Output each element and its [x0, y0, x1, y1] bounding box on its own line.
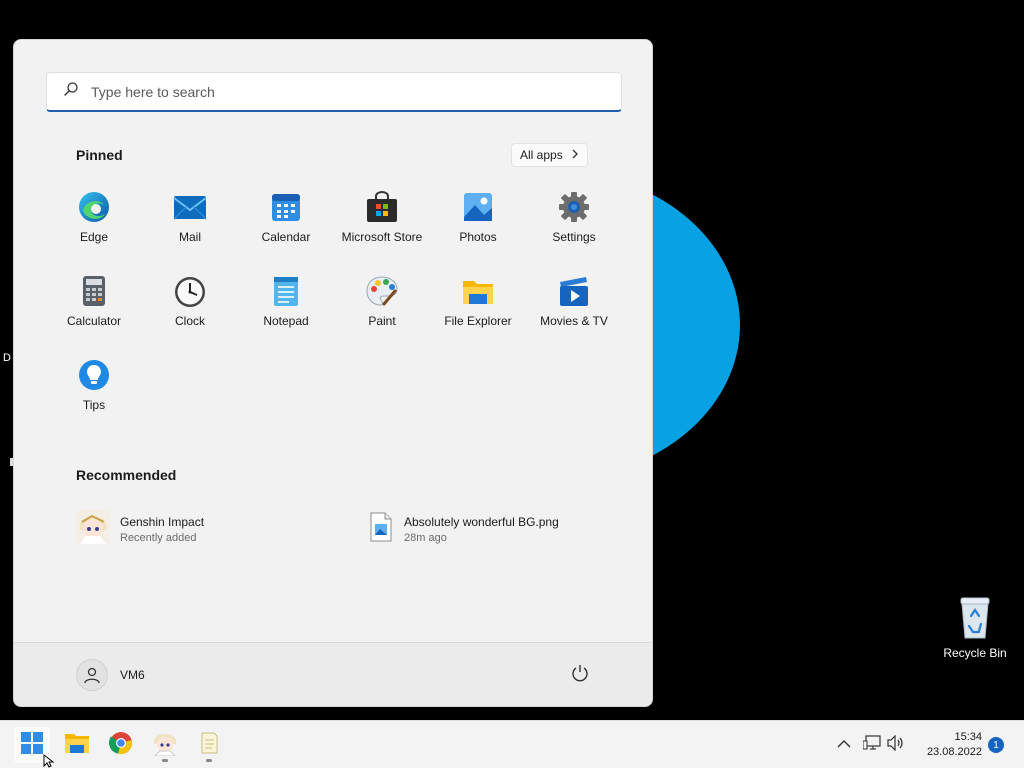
recommended-item-detail: Recently added	[120, 532, 197, 544]
show-hidden-icons-button[interactable]	[833, 735, 855, 755]
app-label: Calculator	[66, 314, 122, 328]
game-avatar-icon	[76, 510, 110, 549]
edge-icon	[77, 190, 111, 224]
running-indicator	[206, 759, 212, 762]
pinned-app-notepad[interactable]: Notepad	[238, 264, 334, 348]
app-label: Tips	[82, 398, 106, 412]
lightbulb-icon	[77, 358, 111, 392]
app-label: Clock	[174, 314, 205, 328]
mail-icon	[173, 190, 207, 224]
pinned-app-clock[interactable]: Clock	[142, 264, 238, 348]
pinned-app-photos[interactable]: Photos	[430, 180, 526, 264]
notification-badge[interactable]: 1	[988, 737, 1004, 753]
movies-icon	[557, 274, 591, 308]
pinned-heading: Pinned	[76, 147, 123, 163]
pinned-app-calendar[interactable]: Calendar	[238, 180, 334, 264]
start-footer: VM6	[14, 642, 652, 706]
taskbar-chrome[interactable]	[103, 727, 139, 763]
recycle-bin-label: Recycle Bin	[943, 646, 1007, 660]
pinned-app-tips[interactable]: Tips	[46, 348, 142, 432]
notepad-icon	[198, 731, 220, 760]
app-label: Settings	[552, 230, 596, 244]
network-button[interactable]	[861, 734, 883, 756]
pinned-app-settings[interactable]: Settings	[526, 180, 622, 264]
app-label: Photos	[459, 230, 497, 244]
mouse-cursor-icon	[43, 753, 55, 768]
user-account-button[interactable]: VM6	[76, 659, 145, 691]
pinned-app-microsoft-store[interactable]: Microsoft Store	[334, 180, 430, 264]
power-icon	[571, 664, 589, 687]
pinned-app-file-explorer[interactable]: File Explorer	[430, 264, 526, 348]
calendar-icon	[269, 190, 303, 224]
recommended-item-name: Absolutely wonderful BG.png	[404, 515, 559, 529]
running-indicator	[162, 759, 168, 762]
taskbar-file-explorer[interactable]	[59, 727, 95, 763]
store-icon	[365, 190, 399, 224]
pinned-app-paint[interactable]: Paint	[334, 264, 430, 348]
folder-icon	[64, 731, 90, 760]
start-menu: Pinned All apps Edge Mail Calendar	[13, 39, 653, 707]
search-icon	[63, 81, 79, 102]
user-avatar-icon	[76, 659, 108, 691]
recommended-heading: Recommended	[76, 467, 177, 483]
app-label: Movies & TV	[540, 314, 608, 328]
recycle-bin-shortcut[interactable]: Recycle Bin	[940, 596, 1010, 660]
all-apps-button[interactable]: All apps	[511, 143, 588, 167]
network-icon	[862, 734, 881, 756]
app-label: Edge	[79, 230, 109, 244]
recommended-item[interactable]: Genshin Impact Recently added	[76, 510, 204, 549]
all-apps-label: All apps	[520, 148, 563, 162]
notepad-icon	[269, 274, 303, 308]
recommended-item-detail: 28m ago	[404, 532, 447, 544]
clock-time: 15:34	[954, 731, 982, 743]
pinned-app-mail[interactable]: Mail	[142, 180, 238, 264]
recycle-bin-icon	[957, 596, 993, 640]
chevron-right-icon	[571, 148, 579, 162]
chrome-icon	[109, 731, 133, 760]
app-label: Calendar	[261, 230, 311, 244]
taskbar-notepad[interactable]	[191, 727, 227, 763]
recommended-item-name: Genshin Impact	[120, 515, 205, 529]
pinned-app-movies-tv[interactable]: Movies & TV	[526, 264, 622, 348]
image-file-icon	[368, 510, 394, 549]
desktop-partial-label: D	[3, 352, 11, 364]
palette-icon	[365, 274, 399, 308]
windows-start-icon	[20, 731, 44, 760]
clock-date: 23.08.2022	[926, 746, 982, 758]
user-name: VM6	[120, 668, 145, 682]
speaker-icon	[887, 734, 905, 756]
recommended-item[interactable]: Absolutely wonderful BG.png 28m ago	[368, 510, 559, 549]
app-label: Paint	[368, 314, 396, 328]
taskbar-genshin-impact[interactable]	[147, 727, 183, 763]
calculator-icon	[77, 274, 111, 308]
gear-icon	[557, 190, 591, 224]
clock-icon	[173, 274, 207, 308]
folder-icon	[461, 274, 495, 308]
search-input[interactable]	[91, 83, 571, 100]
taskbar-clock[interactable]: 15:34 23.08.2022	[914, 730, 982, 760]
app-label: File Explorer	[444, 314, 512, 328]
volume-button[interactable]	[885, 734, 907, 756]
app-label: Mail	[178, 230, 201, 244]
app-label: Microsoft Store	[341, 230, 423, 244]
chevron-up-icon	[837, 736, 851, 754]
photos-icon	[461, 190, 495, 224]
game-avatar-icon	[152, 730, 178, 761]
app-label: Notepad	[263, 314, 309, 328]
pinned-app-edge[interactable]: Edge	[46, 180, 142, 264]
taskbar: 15:34 23.08.2022 1	[0, 720, 1024, 768]
start-search-box[interactable]	[46, 72, 622, 112]
pinned-apps-grid: Edge Mail Calendar Microsoft Store Photo…	[46, 180, 622, 432]
pinned-app-calculator[interactable]: Calculator	[46, 264, 142, 348]
power-button[interactable]	[568, 663, 592, 687]
